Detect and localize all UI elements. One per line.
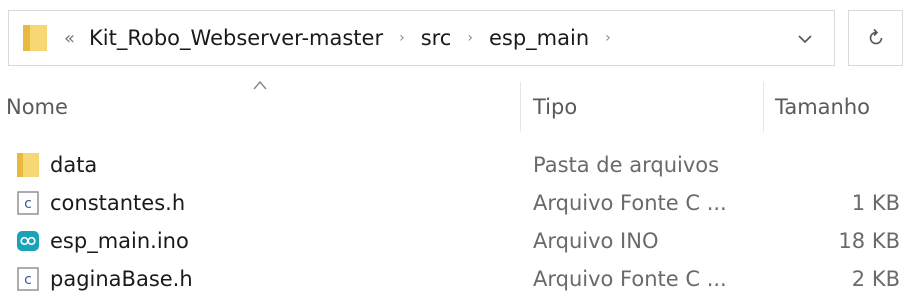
column-header-type[interactable]: Tipo — [533, 94, 577, 120]
file-type: Arquivo Fonte C ... — [533, 191, 727, 215]
column-header-name[interactable]: Nome — [6, 94, 68, 120]
file-name: esp_main.ino — [50, 229, 189, 253]
breadcrumb-segment-src[interactable]: src — [421, 26, 452, 50]
file-name: constantes.h — [50, 191, 186, 215]
file-type: Arquivo INO — [533, 229, 659, 253]
breadcrumb-chevron-icon[interactable]: › — [605, 30, 611, 46]
file-type: Arquivo Fonte C ... — [533, 267, 727, 291]
breadcrumb-segment-esp-main[interactable]: esp_main — [489, 26, 589, 50]
breadcrumb: « Kit_Robo_Webserver-master › src › esp_… — [64, 11, 627, 65]
file-type: Pasta de arquivos — [533, 153, 720, 177]
refresh-icon — [869, 28, 882, 45]
address-bar[interactable]: « Kit_Robo_Webserver-master › src › esp_… — [8, 10, 835, 66]
file-row[interactable]: data Pasta de arquivos — [0, 146, 903, 184]
column-divider[interactable] — [763, 82, 764, 132]
svg-text:c: c — [24, 196, 32, 212]
arduino-file-icon — [17, 231, 39, 251]
sort-up-icon — [253, 80, 267, 90]
file-size: 1 KB — [851, 191, 900, 215]
c-source-file-icon: c — [17, 191, 39, 215]
file-size: 2 KB — [851, 267, 900, 291]
breadcrumb-chevron-icon[interactable]: › — [467, 30, 473, 46]
refresh-button[interactable] — [848, 10, 903, 66]
file-name: data — [50, 153, 98, 177]
column-divider[interactable] — [520, 82, 521, 132]
chevron-down-icon — [798, 35, 812, 43]
file-name: paginaBase.h — [50, 267, 193, 291]
file-row[interactable]: c constantes.h Arquivo Fonte C ... 1 KB — [0, 184, 903, 222]
svg-text:c: c — [24, 272, 32, 288]
address-history-dropdown[interactable] — [795, 29, 815, 49]
file-row[interactable]: c paginaBase.h Arquivo Fonte C ... 2 KB — [0, 260, 903, 298]
c-source-file-icon: c — [17, 267, 39, 291]
folder-icon — [17, 153, 39, 177]
breadcrumb-segment-kit-robo[interactable]: Kit_Robo_Webserver-master — [89, 26, 383, 50]
file-row[interactable]: esp_main.ino Arquivo INO 18 KB — [0, 222, 903, 260]
column-header-size[interactable]: Tamanho — [775, 94, 870, 120]
column-headers: Nome Tipo Tamanho — [0, 76, 903, 136]
breadcrumb-chevron-icon[interactable]: › — [399, 30, 405, 46]
folder-icon — [23, 25, 47, 51]
file-size: 18 KB — [838, 229, 900, 253]
breadcrumb-overflow-button[interactable]: « — [64, 28, 75, 49]
